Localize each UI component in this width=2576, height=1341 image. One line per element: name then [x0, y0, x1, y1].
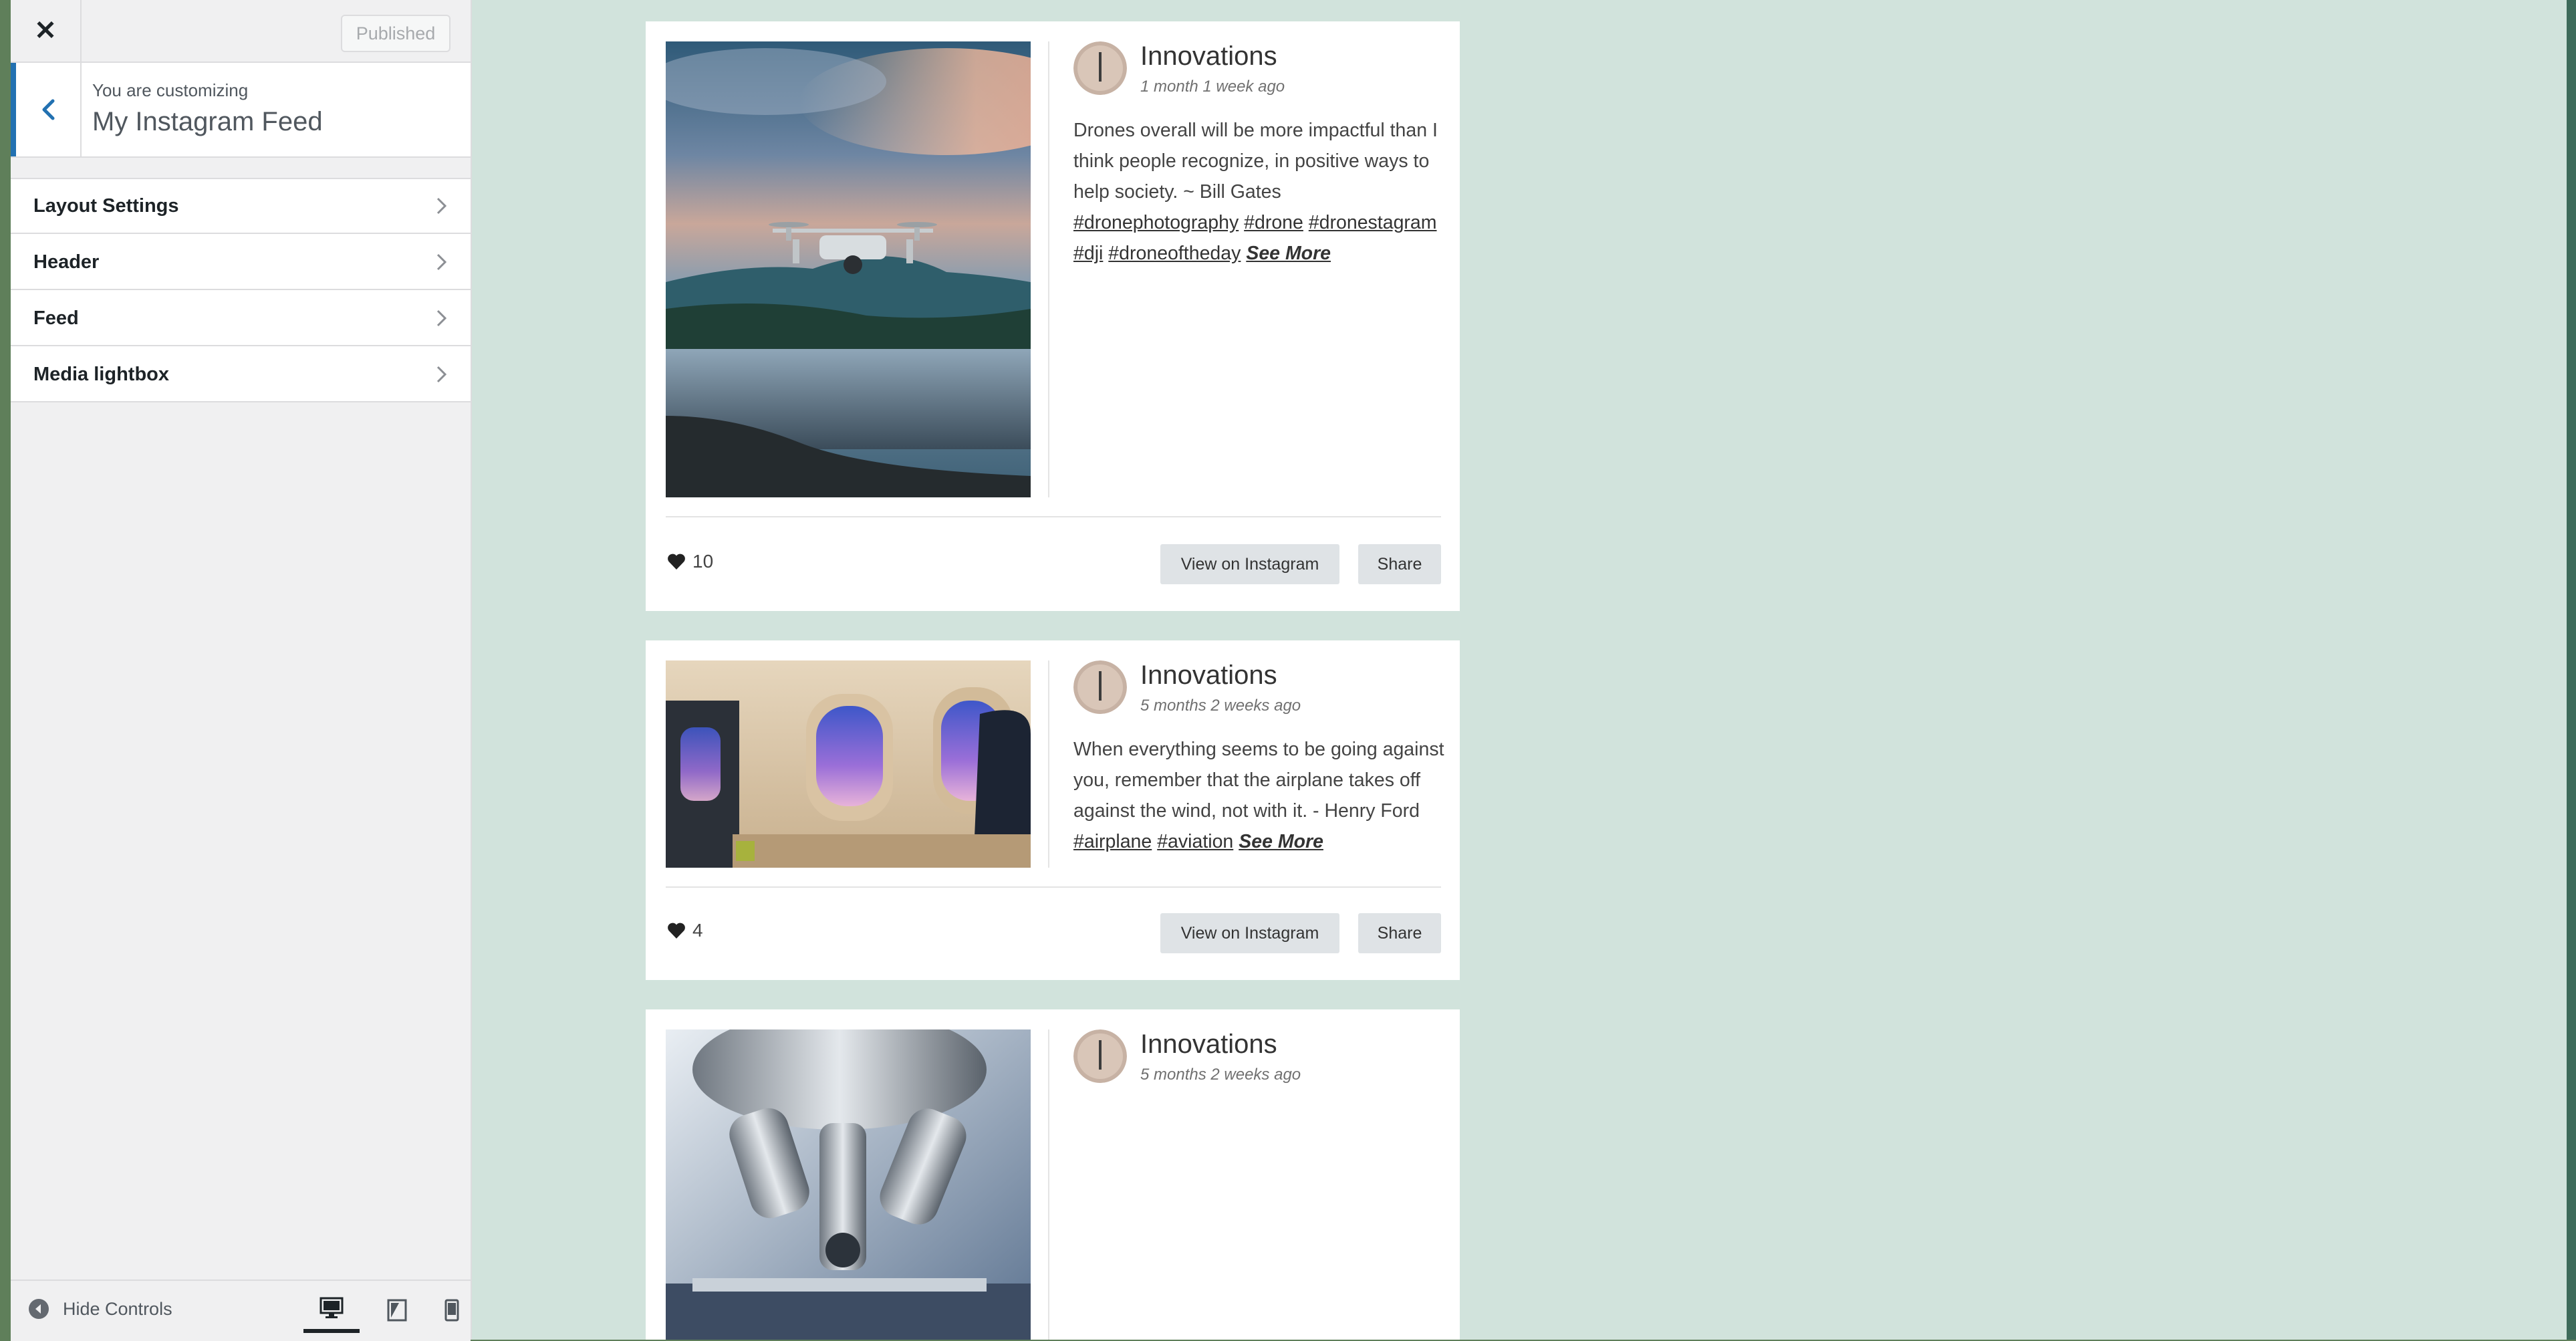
accent-bar [11, 63, 16, 156]
post-time: 5 months 2 weeks ago [1140, 1066, 1301, 1084]
chevron-right-icon [436, 310, 447, 327]
hide-controls-label: Hide Controls [63, 1298, 172, 1319]
menu-item-header[interactable]: Header [11, 234, 471, 290]
post-author[interactable]: Innovations [1140, 41, 1277, 72]
see-more-link[interactable]: See More [1239, 831, 1323, 852]
desktop-icon [319, 1297, 344, 1318]
see-more-link[interactable]: See More [1246, 243, 1331, 264]
hide-controls-button[interactable]: Hide Controls [28, 1298, 172, 1320]
drone-photo [666, 41, 1031, 497]
menu-item-layout-settings[interactable]: Layout Settings [11, 178, 471, 234]
feed-post: Innovations 5 months 2 weeks ago [646, 1009, 1460, 1340]
back-button[interactable] [16, 63, 82, 156]
caption-text: Drones overall will be more impactful th… [1073, 120, 1438, 203]
hashtag-link[interactable]: #dji [1073, 243, 1103, 264]
collapse-arrow-icon [29, 1299, 49, 1319]
menu-item-label: Header [33, 251, 100, 273]
likes-count: 4 [667, 920, 703, 941]
tablet-icon [387, 1299, 407, 1322]
close-button[interactable]: ✕ [11, 0, 82, 62]
post-footer-divider [666, 516, 1441, 517]
menu-item-feed[interactable]: Feed [11, 290, 471, 346]
hashtag-link[interactable]: #airplane [1073, 831, 1152, 852]
window-edge [2567, 0, 2576, 1340]
chevron-right-icon [436, 197, 447, 215]
share-button[interactable]: Share [1358, 913, 1441, 953]
customizer-header: ✕ Published [11, 0, 471, 63]
avatar[interactable] [1073, 41, 1127, 95]
post-image-microscope[interactable] [666, 1029, 1031, 1340]
caption-text: When everything seems to be going agains… [1073, 739, 1444, 822]
device-desktop-button[interactable] [303, 1288, 360, 1333]
device-tablet-button[interactable] [369, 1288, 425, 1333]
menu-item-label: Media lightbox [33, 364, 169, 385]
heart-icon [668, 923, 685, 939]
hashtag-link[interactable]: #dronestagram [1309, 212, 1437, 233]
menu-item-label: Layout Settings [33, 195, 179, 217]
menu-item-label: Feed [33, 308, 79, 329]
likes-value: 4 [692, 920, 703, 941]
feed-post: Innovations 5 months 2 weeks ago When ev… [646, 640, 1460, 980]
post-author[interactable]: Innovations [1140, 1029, 1277, 1060]
chevron-right-icon [436, 366, 447, 383]
heart-icon [668, 554, 685, 570]
menu-item-media-lightbox[interactable]: Media lightbox [11, 346, 471, 402]
post-time: 1 month 1 week ago [1140, 78, 1285, 96]
post-footer-divider [666, 886, 1441, 888]
feed-post: Innovations 1 month 1 week ago Drones ov… [646, 21, 1460, 611]
share-button[interactable]: Share [1358, 544, 1441, 584]
chevron-right-icon [436, 253, 447, 271]
hashtag-link[interactable]: #drone [1244, 212, 1303, 233]
mobile-icon [444, 1299, 459, 1322]
customizer-menu: Layout Settings Header Feed Media lightb… [11, 178, 471, 402]
customizer-info: You are customizing My Instagram Feed [11, 63, 471, 158]
airplane-photo [666, 660, 1031, 868]
post-caption: When everything seems to be going agains… [1073, 734, 1448, 857]
post-divider [1048, 660, 1049, 868]
post-image-drone[interactable] [666, 41, 1031, 497]
close-icon: ✕ [34, 16, 57, 45]
post-time: 5 months 2 weeks ago [1140, 697, 1301, 715]
microscope-photo [666, 1029, 1031, 1340]
customizing-label: You are customizing [92, 80, 249, 100]
view-on-instagram-button[interactable]: View on Instagram [1160, 544, 1339, 584]
post-divider [1048, 41, 1049, 497]
post-author[interactable]: Innovations [1140, 660, 1277, 691]
publish-button[interactable]: Published [341, 15, 450, 52]
chevron-left-icon [42, 99, 55, 120]
customizer-panel: ✕ Published You are customizing My Insta… [11, 0, 472, 1341]
post-caption: Drones overall will be more impactful th… [1073, 115, 1448, 269]
hashtag-link[interactable]: #dronephotography [1073, 212, 1239, 233]
post-image-airplane[interactable] [666, 660, 1031, 868]
post-divider [1048, 1029, 1049, 1340]
view-on-instagram-button[interactable]: View on Instagram [1160, 913, 1339, 953]
hashtag-link[interactable]: #aviation [1157, 831, 1233, 852]
avatar[interactable] [1073, 1029, 1127, 1083]
customizer-footer: Hide Controls [11, 1279, 471, 1341]
likes-value: 10 [692, 551, 714, 572]
panel-title: My Instagram Feed [92, 107, 323, 136]
avatar[interactable] [1073, 660, 1127, 714]
hashtag-link[interactable]: #droneoftheday [1108, 243, 1241, 264]
likes-count: 10 [667, 551, 713, 572]
